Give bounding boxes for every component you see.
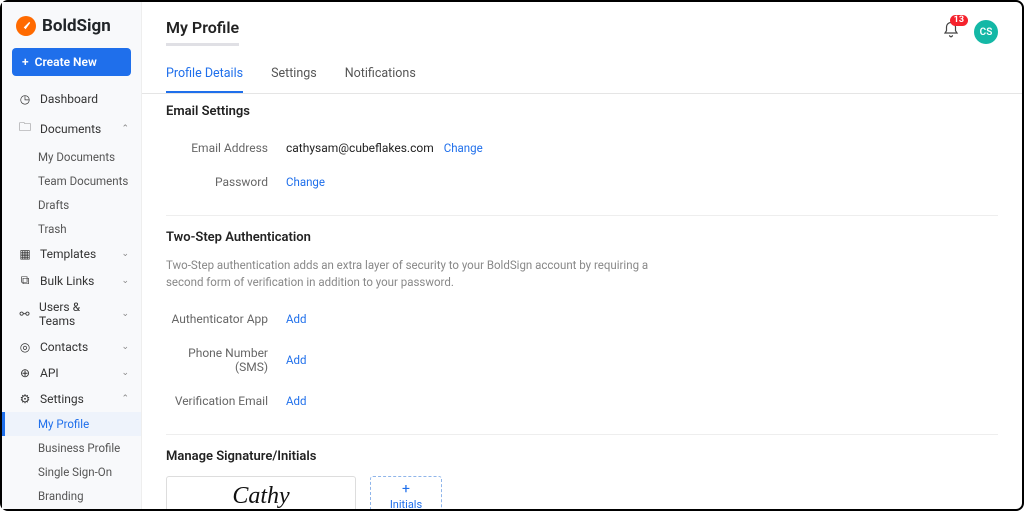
add-initials-button[interactable]: + Initials [370,476,442,510]
add-phone-link[interactable]: Add [286,353,306,367]
sidebar-item-users-teams[interactable]: ⚯ Users & Teams ⌄ [2,294,141,334]
sidebar-item-dashboard[interactable]: ◷ Dashboard [2,86,141,112]
initials-label: Initials [390,498,422,509]
phone-sms-label: Phone Number (SMS) [166,346,286,374]
sidebar-item-label: Documents [40,122,101,136]
users-icon: ⚯ [18,307,31,321]
sidebar-sub-business-profile[interactable]: Business Profile [2,436,141,460]
sidebar-sub-branding[interactable]: Branding [2,484,141,508]
change-email-link[interactable]: Change [444,141,483,155]
chevron-down-icon: ⌄ [121,309,129,319]
tab-notifications[interactable]: Notifications [345,66,416,93]
sidebar-item-contact-support[interactable]: ◠ Contact Support [2,508,141,509]
authenticator-app-label: Authenticator App [166,312,286,326]
chevron-up-icon: ⌃ [121,124,129,134]
gear-icon: ⚙ [18,392,32,406]
avatar[interactable]: CS [974,20,998,44]
sidebar-item-label: API [40,366,59,380]
two-step-description: Two-Step authentication adds an extra la… [166,257,686,292]
tab-settings[interactable]: Settings [271,66,317,93]
brand-name: BoldSign [42,16,111,36]
password-label: Password [166,175,286,189]
chevron-down-icon: ⌄ [121,368,129,378]
two-step-heading: Two-Step Authentication [166,230,998,245]
signature-heading: Manage Signature/Initials [166,449,998,464]
verification-email-label: Verification Email [166,394,286,408]
create-new-label: Create New [35,55,97,69]
chevron-down-icon: ⌄ [121,342,129,352]
add-verification-email-link[interactable]: Add [286,394,306,408]
folder-icon: 🗀 [18,118,32,139]
signature-preview[interactable]: Cathy [166,476,356,510]
contacts-icon: ◎ [18,340,32,354]
email-address-label: Email Address [166,141,286,155]
sidebar-item-api[interactable]: ⊕ API ⌄ [2,360,141,386]
sidebar-sub-drafts[interactable]: Drafts [2,193,141,217]
sidebar-item-templates[interactable]: ▦ Templates ⌄ [2,241,141,267]
sidebar-sub-my-documents[interactable]: My Documents [2,145,141,169]
email-settings-heading: Email Settings [166,104,998,119]
sidebar-sub-my-profile[interactable]: My Profile [2,412,141,436]
sidebar-item-label: Contacts [40,340,88,354]
change-password-link[interactable]: Change [286,175,325,189]
sidebar-item-label: Bulk Links [40,274,94,288]
add-authenticator-link[interactable]: Add [286,312,306,326]
plus-icon: + [22,55,29,69]
chevron-down-icon: ⌄ [121,249,129,259]
notification-badge: 13 [950,15,968,26]
sidebar-item-label: Dashboard [40,92,98,106]
sidebar-item-contacts[interactable]: ◎ Contacts ⌄ [2,334,141,360]
sidebar-sub-team-documents[interactable]: Team Documents [2,169,141,193]
divider [166,434,998,435]
sidebar-item-documents[interactable]: 🗀 Documents ⌃ [2,112,141,145]
brand-logo: BoldSign [2,10,141,48]
divider [166,215,998,216]
dashboard-icon: ◷ [18,92,32,106]
chevron-up-icon: ⌃ [121,394,129,404]
link-icon: ⧉ [18,273,32,288]
tab-profile-details[interactable]: Profile Details [166,66,243,93]
sidebar-item-label: Templates [40,247,96,261]
create-new-button[interactable]: + Create New [12,48,131,76]
templates-icon: ▦ [18,247,32,261]
plus-icon: + [402,482,410,496]
sidebar-item-label: Settings [40,392,84,406]
sidebar-sub-single-sign-on[interactable]: Single Sign-On [2,460,141,484]
sidebar-item-label: Users & Teams [39,300,113,328]
email-address-value: cathysam@cubeflakes.com [286,141,434,155]
page-title: My Profile [166,18,239,46]
brand-icon [16,16,36,36]
notifications-bell[interactable]: 13 [942,21,960,43]
sidebar-sub-trash[interactable]: Trash [2,217,141,241]
api-icon: ⊕ [18,366,32,380]
sidebar-item-settings[interactable]: ⚙ Settings ⌃ [2,386,141,412]
sidebar-item-bulk-links[interactable]: ⧉ Bulk Links ⌄ [2,267,141,294]
chevron-down-icon: ⌄ [121,276,129,286]
